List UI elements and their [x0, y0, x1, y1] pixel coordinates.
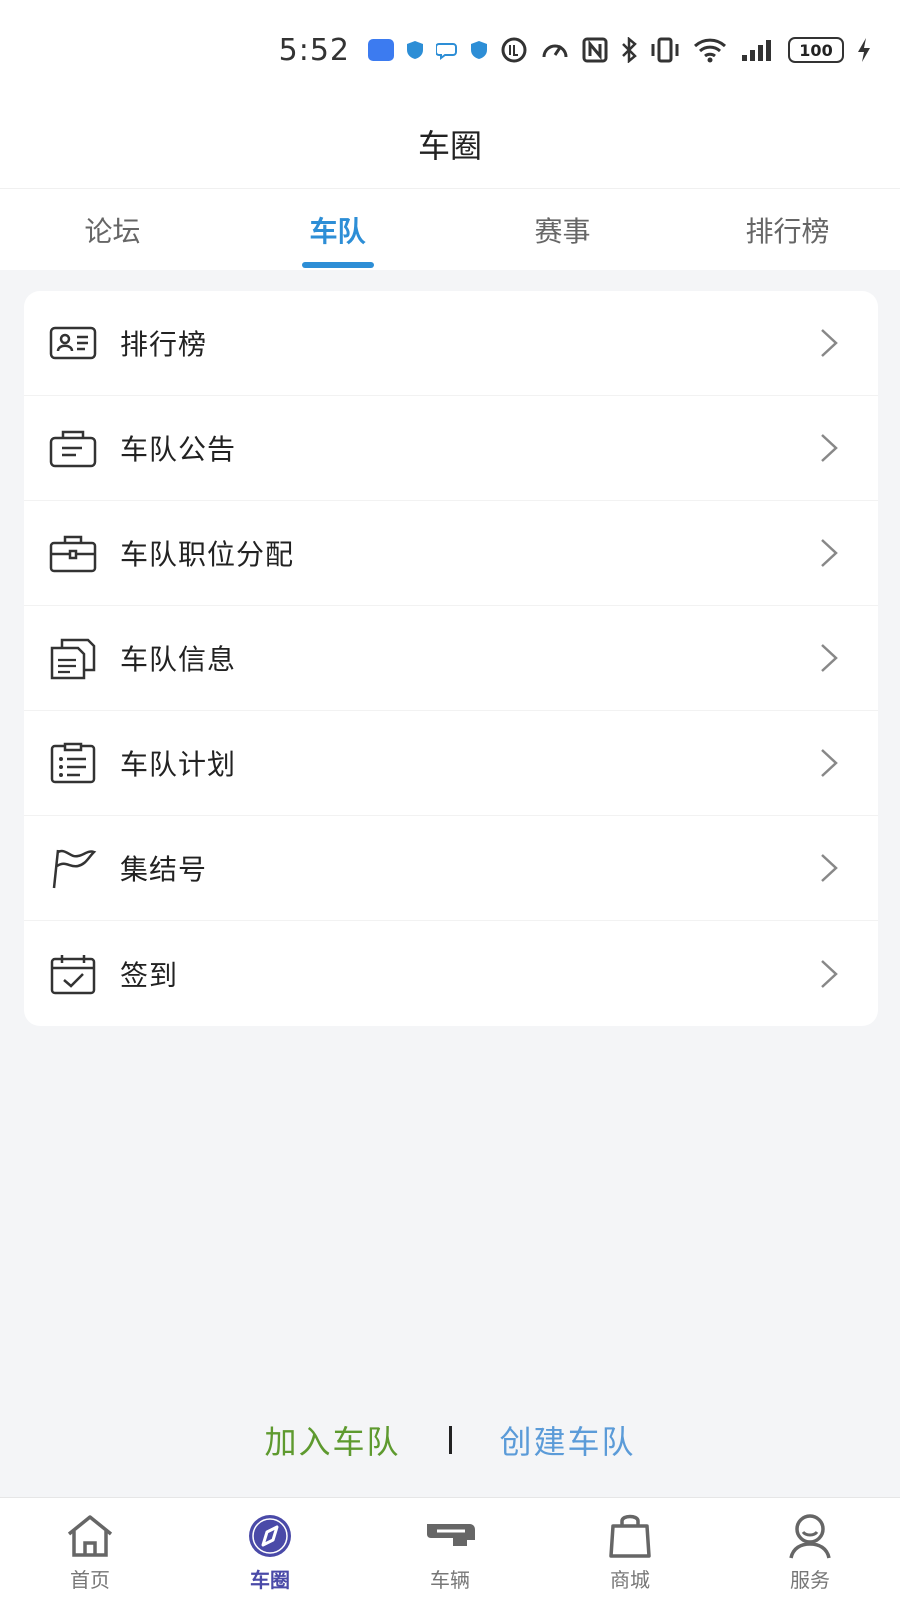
bottom-nav: 首页 车圈 车辆 商城 服务	[0, 1497, 900, 1600]
nav-item-vehicle[interactable]: 车辆	[360, 1498, 540, 1600]
tab-team[interactable]: 车队	[225, 189, 450, 270]
menu-item-check-in[interactable]: 签到	[24, 921, 878, 1026]
menu-item-ranking[interactable]: 排行榜	[24, 291, 878, 396]
documents-icon	[50, 638, 96, 680]
nav-label: 车圈	[250, 1568, 290, 1592]
chevron-right-icon	[821, 959, 838, 988]
charging-icon	[858, 38, 870, 62]
nav-label: 车辆	[430, 1568, 470, 1592]
chat-icon	[436, 43, 457, 60]
action-divider	[448, 1426, 452, 1454]
shield-icon	[407, 41, 423, 59]
signal-icon	[742, 40, 771, 61]
notice-bag-icon	[49, 430, 97, 468]
app-header: 车圈	[0, 100, 900, 188]
shopping-bag-icon	[609, 1514, 651, 1558]
menu-item-label: 排行榜	[120, 328, 208, 361]
screen: 5:52 100 车圈 论坛 车队 赛事 排行榜 排行榜 车队公告 车队职位分配…	[0, 0, 900, 1600]
chevron-right-icon	[821, 644, 838, 672]
bluetooth-icon	[622, 37, 637, 63]
nav-item-home[interactable]: 首页	[0, 1498, 180, 1600]
customer-service-icon	[789, 1514, 831, 1559]
usb-icon	[368, 39, 394, 61]
chevron-right-icon	[821, 539, 838, 567]
nav-item-mall[interactable]: 商城	[540, 1498, 720, 1600]
nfc-icon	[582, 37, 608, 63]
create-team-button[interactable]: 创建车队	[500, 1417, 636, 1463]
tab-forum[interactable]: 论坛	[0, 189, 225, 270]
tab-bar: 论坛 车队 赛事 排行榜	[0, 188, 900, 270]
team-actions: 加入车队 创建车队	[0, 1405, 900, 1475]
wifi-icon	[693, 38, 727, 63]
menu-item-position-assignment[interactable]: 车队职位分配	[24, 501, 878, 606]
chevron-right-icon	[821, 434, 838, 462]
menu-item-team-notice[interactable]: 车队公告	[24, 396, 878, 501]
flag-icon	[52, 849, 97, 889]
status-time: 5:52	[278, 32, 350, 68]
nav-item-service[interactable]: 服务	[720, 1498, 900, 1600]
speed-icon	[542, 44, 568, 58]
chevron-right-icon	[821, 854, 838, 882]
menu-item-label: 集结号	[120, 853, 208, 886]
page-title: 车圈	[417, 127, 482, 165]
calendar-check-icon	[50, 954, 96, 994]
menu-item-team-plan[interactable]: 车队计划	[24, 711, 878, 816]
nav-label: 首页	[70, 1568, 110, 1592]
nav-item-circle[interactable]: 车圈	[180, 1498, 360, 1600]
status-bar: 5:52 100	[0, 0, 900, 100]
checklist-icon	[50, 742, 96, 784]
id-card-icon	[49, 326, 97, 360]
menu-item-label: 车队职位分配	[120, 538, 295, 571]
menu-item-label: 签到	[120, 958, 179, 992]
briefcase-icon	[49, 535, 97, 573]
data-saver-icon	[501, 37, 527, 63]
nav-label: 商城	[610, 1568, 650, 1592]
tab-ranking[interactable]: 排行榜	[675, 189, 900, 270]
vibrate-icon	[651, 37, 679, 63]
team-menu: 排行榜 车队公告 车队职位分配 车队信息 车队计划 集结号 签到	[24, 291, 878, 1026]
shield-icon	[471, 41, 487, 59]
menu-item-team-info[interactable]: 车队信息	[24, 606, 878, 711]
menu-item-label: 车队计划	[120, 748, 237, 781]
chevron-right-icon	[821, 749, 838, 777]
car-icon	[427, 1524, 475, 1546]
battery-icon: 100	[788, 37, 844, 63]
menu-item-rally[interactable]: 集结号	[24, 816, 878, 921]
chevron-right-icon	[821, 329, 838, 357]
home-icon	[67, 1515, 113, 1557]
join-team-button[interactable]: 加入车队	[264, 1417, 400, 1463]
compass-icon	[249, 1515, 291, 1557]
tab-events[interactable]: 赛事	[450, 189, 675, 270]
menu-item-label: 车队信息	[120, 643, 237, 676]
menu-item-label: 车队公告	[120, 433, 237, 466]
nav-label: 服务	[790, 1568, 830, 1592]
